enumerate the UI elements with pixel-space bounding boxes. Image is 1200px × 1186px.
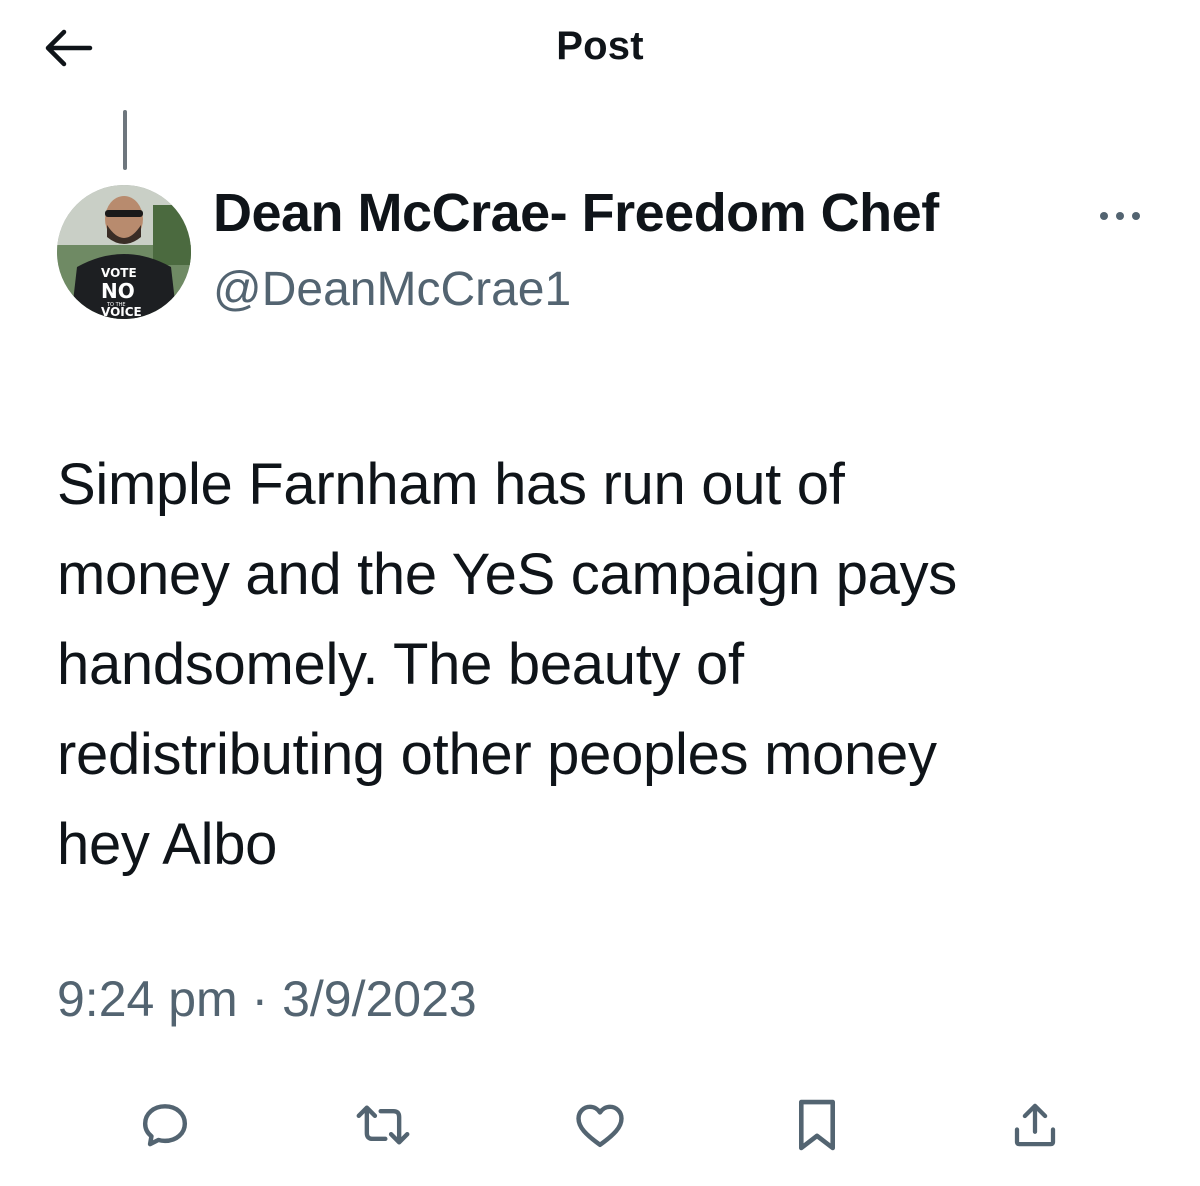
more-dots-icon	[1098, 210, 1142, 222]
bookmark-icon	[791, 1096, 843, 1154]
reply-icon	[137, 1097, 193, 1153]
reply-button[interactable]	[130, 1090, 200, 1160]
more-options-button[interactable]	[1092, 196, 1148, 236]
top-bar: Post	[0, 0, 1200, 100]
page-title: Post	[556, 24, 644, 68]
heart-icon	[571, 1097, 629, 1153]
author-handle[interactable]: @DeanMcCrae1	[213, 262, 571, 317]
post-timestamp[interactable]: 9:24 pm · 3/9/2023	[57, 970, 477, 1028]
repost-icon	[353, 1097, 413, 1153]
author-display-name[interactable]: Dean McCrae- Freedom Chef	[213, 182, 939, 244]
avatar-shirt-text-1: VOTE	[101, 266, 137, 280]
like-button[interactable]	[565, 1090, 635, 1160]
repost-button[interactable]	[348, 1090, 418, 1160]
post-text: Simple Farnham has run out of money and …	[57, 452, 958, 877]
thread-connector	[123, 110, 127, 170]
avatar[interactable]: VOTE NO TO THE VOICE	[57, 185, 191, 319]
share-button[interactable]	[1000, 1090, 1070, 1160]
avatar-shirt-text-4: VOICE	[101, 305, 142, 319]
share-icon	[1008, 1097, 1062, 1153]
bookmark-button[interactable]	[782, 1090, 852, 1160]
avatar-shirt-text-2: NO	[101, 279, 135, 303]
action-bar	[0, 1090, 1200, 1160]
